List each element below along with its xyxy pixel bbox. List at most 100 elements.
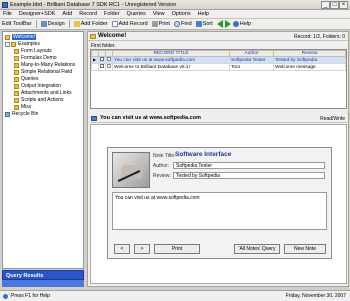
- help-button[interactable]: Help: [232, 21, 252, 27]
- folder-icon: [11, 41, 16, 47]
- tree-item-output-integration[interactable]: Output Integration: [14, 83, 61, 89]
- note-card: Note Title: Software Interface Author: S…: [107, 147, 332, 259]
- tree-item-scripts-actions[interactable]: Scripts and Actions: [14, 97, 64, 103]
- tree-item-label: Misc: [21, 104, 32, 110]
- toolbar-separator: [68, 20, 70, 28]
- menu-add[interactable]: Add: [62, 11, 72, 17]
- records-table[interactable]: RECORD TITLE Author Review ▶ You can vis…: [90, 49, 347, 109]
- tree-item-label: Attachments and Links: [21, 90, 72, 96]
- table-row[interactable]: Welcome to Brilliant Database v5.1! Tom …: [91, 63, 346, 71]
- cell-review: Welcome message: [273, 63, 346, 71]
- cell-author: Softpedia Tester: [229, 56, 274, 64]
- note-body-field[interactable]: You can visit us at www.softpedia.com: [112, 192, 327, 230]
- print-note-button[interactable]: Print: [154, 244, 200, 254]
- record-count: Record: 1/2, Folders: 0: [294, 34, 345, 40]
- row-pointer-icon: ▶: [91, 56, 99, 64]
- author-field[interactable]: Softpedia Tester: [173, 162, 325, 169]
- menu-help[interactable]: Help: [198, 11, 209, 17]
- record-icon: [105, 56, 113, 64]
- menu-view[interactable]: View: [153, 11, 165, 17]
- help-icon: [232, 21, 239, 27]
- add-folder-label: Add Folder: [80, 21, 108, 27]
- query-results-panel: [2, 280, 84, 287]
- status-bar: Press F1 for Help Friday, November 30, 2…: [0, 290, 350, 301]
- new-note-button[interactable]: New Note: [284, 244, 326, 254]
- folder-icon: [14, 90, 19, 96]
- print-label: Print: [158, 21, 170, 27]
- folder-icon: [5, 34, 10, 40]
- add-record-button[interactable]: Add Record: [111, 21, 148, 27]
- record-form-area: Note Title: Software Interface Author: S…: [90, 124, 347, 284]
- minimize-button[interactable]: _: [321, 1, 330, 9]
- tree-item-examples[interactable]: - Examples: [5, 41, 40, 47]
- tree-item-queries[interactable]: Queries: [14, 76, 39, 82]
- folder-icon: [14, 55, 19, 61]
- menu-options[interactable]: Options: [172, 11, 191, 17]
- help-label: Help: [239, 21, 252, 27]
- folder-header: Welcome! Record: 1/2, Folders: 0: [88, 32, 348, 41]
- folder-title: Welcome!: [98, 33, 127, 39]
- design-label: Design: [47, 21, 65, 27]
- menu-record[interactable]: Record: [79, 11, 97, 17]
- previous-note-button[interactable]: <: [114, 244, 130, 254]
- find-label: Find: [180, 21, 192, 27]
- folder-icon: [14, 69, 19, 75]
- toolbar-separator: [35, 20, 37, 28]
- tree-item-simple-relational[interactable]: Simple Relational Field: [14, 69, 72, 75]
- tree-item-formulas-demo[interactable]: Formulas Demo: [14, 55, 57, 61]
- menu-file[interactable]: File: [3, 11, 12, 17]
- folder-icon: [14, 97, 19, 103]
- next-note-button[interactable]: >: [134, 244, 150, 254]
- sort-icon: [195, 21, 202, 27]
- edit-toolbar-button[interactable]: Edit ToolBar: [2, 21, 32, 27]
- printer-icon: [151, 21, 158, 27]
- menu-bar: File Designer+SDK Add Record Folder Quer…: [0, 10, 350, 19]
- collapse-toggle-icon[interactable]: -: [5, 41, 10, 47]
- design-button[interactable]: Design: [40, 21, 65, 27]
- status-date: Friday, November 30, 2007: [285, 293, 346, 299]
- tree-item-label: Output Integration: [21, 83, 62, 89]
- folder-icon: [14, 48, 19, 54]
- search-icon: [173, 21, 180, 27]
- toolbar: Edit ToolBar Design Add Folder Add Recor…: [0, 19, 350, 30]
- tree-item-label: Queries: [21, 76, 39, 82]
- review-label: Review:: [153, 173, 171, 179]
- row-checkbox[interactable]: [98, 63, 106, 71]
- back-arrow-icon[interactable]: [216, 20, 223, 28]
- print-button[interactable]: Print: [151, 21, 170, 27]
- tree-item-welcome[interactable]: Welcome!: [5, 34, 37, 40]
- table-row[interactable]: ▶ You can visit us at www.softpedia.com …: [91, 56, 346, 64]
- review-field[interactable]: Tested by Softpedia: [173, 172, 325, 179]
- tree-item-recycle-bin[interactable]: Recycle Bin: [5, 111, 38, 117]
- record-icon: [111, 21, 118, 27]
- tree-item-many-to-many[interactable]: Many-to-Many Relations: [14, 62, 75, 68]
- query-results-header[interactable]: Query Results: [2, 270, 84, 280]
- close-button[interactable]: ×: [339, 1, 348, 9]
- forward-arrow-icon[interactable]: [224, 20, 231, 28]
- tree-item-label: Many-to-Many Relations: [21, 62, 76, 68]
- menu-designer-sdk[interactable]: Designer+SDK: [19, 11, 56, 17]
- menu-folder[interactable]: Folder: [104, 11, 120, 17]
- tree-item-attachments-links[interactable]: Attachments and Links: [14, 90, 72, 96]
- record-title: You can visit us at www.softpedia.com: [100, 115, 201, 121]
- folder-tree[interactable]: Welcome! - Examples Form Layouts Formula…: [2, 31, 84, 269]
- status-help-text: Press F1 for Help: [11, 293, 50, 299]
- edit-mode-label[interactable]: Read/Write: [320, 116, 345, 122]
- add-folder-button[interactable]: Add Folder: [73, 21, 108, 27]
- record-icon: [105, 63, 113, 71]
- menu-queries[interactable]: Queries: [127, 11, 146, 17]
- find-button[interactable]: Find: [173, 21, 192, 27]
- sort-button[interactable]: Sort: [195, 21, 213, 27]
- maximize-button[interactable]: □: [330, 1, 339, 9]
- row-checkbox[interactable]: [98, 56, 106, 64]
- note-title-field[interactable]: Software Interface: [173, 150, 325, 159]
- record-icon: [91, 116, 97, 121]
- tree-item-form-layouts[interactable]: Form Layouts: [14, 48, 52, 54]
- folder-icon: [90, 34, 96, 39]
- recycle-bin-icon: [5, 111, 10, 117]
- sort-label: Sort: [202, 21, 213, 27]
- all-notes-query-button[interactable]: 'All Notes' Query: [234, 244, 280, 254]
- folder-icon: [73, 21, 80, 27]
- tree-item-label: Recycle Bin: [12, 111, 39, 117]
- tree-item-misc[interactable]: Misc: [14, 104, 31, 110]
